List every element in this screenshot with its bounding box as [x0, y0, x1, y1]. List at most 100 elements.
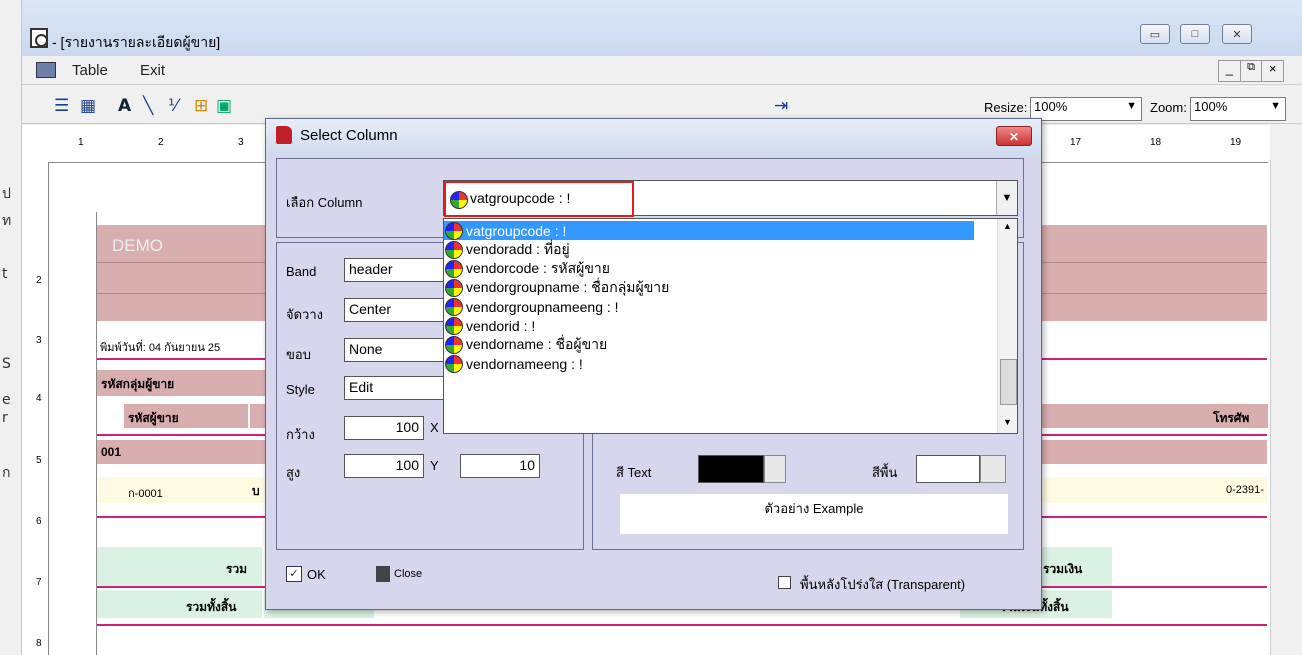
resize-value: 100%: [1034, 99, 1068, 114]
ok-icon[interactable]: ✓: [286, 566, 302, 582]
width-input[interactable]: 100: [344, 416, 424, 440]
mdi-restore-icon[interactable]: ⧉: [1241, 61, 1263, 81]
ruler-label: 2: [36, 275, 42, 286]
resize-label: Resize:: [984, 100, 1028, 115]
exit-tool-icon[interactable]: ⇥: [774, 96, 788, 116]
image-icon[interactable]: ▣: [216, 96, 232, 116]
table-menu-icon: [36, 62, 56, 78]
ruler-label: 1: [78, 137, 84, 148]
bg-color-button[interactable]: [980, 455, 1006, 483]
close-button[interactable]: Close: [394, 568, 422, 580]
column-dropdown-list: vatgroupcode : ! vendoradd : ที่อยู่ ven…: [443, 218, 1018, 434]
row-code: ก-0001: [128, 488, 163, 500]
mdi-minimize-icon[interactable]: _: [1219, 61, 1241, 81]
mdi-close-icon[interactable]: ×: [1262, 61, 1283, 81]
row-phone: 0-2391-: [1226, 484, 1264, 496]
height-input[interactable]: 100: [344, 454, 424, 478]
close-door-icon[interactable]: [376, 566, 390, 582]
maximize-icon[interactable]: □: [1180, 24, 1210, 44]
group-header: รหัสกลุ่มผู้ขาย: [101, 377, 175, 391]
border-select[interactable]: None: [344, 338, 444, 362]
book-icon: [276, 126, 292, 144]
design-scrollbar[interactable]: [1270, 160, 1284, 655]
band-select[interactable]: header: [344, 258, 444, 282]
dropdown-option[interactable]: vendornameeng : !: [444, 354, 974, 373]
ruler-label: 3: [238, 137, 244, 148]
chevron-down-icon: ▼: [1126, 100, 1137, 112]
dialog-title: Select Column: [300, 127, 398, 144]
dialog-close-icon[interactable]: ✕: [996, 126, 1032, 146]
scroll-up-icon[interactable]: ▲: [1003, 221, 1012, 231]
left-strip-char: S: [2, 356, 11, 372]
left-strip: ป ท t S e r ก: [0, 0, 22, 655]
chevron-down-icon: ▼: [1270, 100, 1281, 112]
ok-button[interactable]: OK: [307, 567, 326, 582]
style-label: Style: [286, 382, 315, 397]
zoom-value: 100%: [1194, 99, 1228, 114]
scroll-thumb[interactable]: [1000, 359, 1017, 405]
band-line: [97, 624, 1267, 626]
ruler-vertical: 2 3 4 5 6 7 8: [33, 163, 49, 655]
ruler-label: 19: [1230, 137, 1242, 148]
transparent-checkbox[interactable]: [778, 576, 791, 589]
mdi-controls: _ ⧉ ×: [1218, 60, 1284, 82]
insert-field-icon[interactable]: ⊞: [194, 96, 208, 116]
scroll-down-icon[interactable]: ▼: [1003, 417, 1012, 427]
ruler-label: 5: [36, 455, 42, 466]
text-color-button[interactable]: [764, 455, 786, 483]
align-left-icon[interactable]: ☰: [54, 96, 69, 116]
transparent-label: พื้นหลังโปร่งใส (Transparent): [800, 577, 966, 592]
minimize-icon[interactable]: ▭: [1140, 24, 1170, 44]
dropdown-option[interactable]: vendorid : !: [444, 316, 974, 335]
dropdown-option[interactable]: vatgroupcode : !: [444, 221, 974, 240]
text-tool-icon[interactable]: A: [118, 96, 131, 116]
ruler-label: 18: [1150, 137, 1162, 148]
align-select[interactable]: Center: [344, 298, 444, 322]
group-value: 001: [101, 445, 122, 459]
ruler-label: 6: [36, 516, 42, 527]
col-phone: โทรศัพ: [1213, 411, 1250, 425]
formula-icon[interactable]: ⅟: [168, 96, 178, 116]
column-icon: [445, 240, 463, 259]
column-icon: [445, 278, 463, 297]
dropdown-option[interactable]: vendorgroupname : ชื่อกลุ่มผู้ขาย: [444, 278, 974, 297]
menu-table[interactable]: Table: [72, 62, 108, 79]
style-select[interactable]: Edit: [344, 376, 444, 400]
column-icon: [445, 316, 463, 335]
y-label: Y: [430, 458, 439, 473]
grand-total-box: [97, 590, 262, 618]
menu-bar: [22, 57, 1302, 85]
chevron-down-icon[interactable]: ▼: [996, 181, 1017, 215]
resize-select[interactable]: 100% ▼: [1030, 97, 1142, 121]
column-icon: [450, 191, 468, 209]
menu-exit[interactable]: Exit: [140, 62, 165, 79]
total-money: รวมเงิน: [1043, 562, 1083, 576]
ruler-label: 17: [1070, 137, 1082, 148]
ruler-label: 8: [36, 638, 42, 649]
report-doc-icon: [30, 28, 48, 48]
text-color-swatch[interactable]: [698, 455, 764, 483]
ruler-label: 3: [36, 335, 42, 346]
ruler-label: 7: [36, 577, 42, 588]
select-column-label: เลือก Column: [286, 195, 363, 210]
column-icon: [445, 297, 463, 316]
dropdown-option[interactable]: vendorgroupnameeng : !: [444, 297, 974, 316]
align-label: จัดวาง: [286, 307, 324, 322]
dropdown-option[interactable]: vendorname : ชื่อผู้ขาย: [444, 335, 974, 354]
left-strip-char: ท: [2, 213, 12, 229]
border-label: ขอบ: [286, 347, 311, 362]
dropdown-scrollbar[interactable]: ▲ ▼: [997, 219, 1017, 433]
example-preview: ตัวอย่าง Example: [620, 494, 1008, 534]
print-date: พิมพ์วันที่: 04 กันยายน 25: [100, 342, 221, 354]
left-strip-char: r: [2, 410, 8, 426]
zoom-select[interactable]: 100% ▼: [1190, 97, 1286, 121]
close-icon[interactable]: ✕: [1222, 24, 1252, 44]
column-select[interactable]: vatgroupcode : ! ▼: [443, 180, 1018, 217]
grid-icon[interactable]: ▦: [80, 96, 96, 116]
dropdown-option[interactable]: vendoradd : ที่อยู่: [444, 240, 974, 259]
dropdown-option[interactable]: vendorcode : รหัสผู้ขาย: [444, 259, 974, 278]
y-input[interactable]: 10: [460, 454, 540, 478]
column-select-value: vatgroupcode : !: [470, 190, 571, 206]
line-tool-icon[interactable]: ╲: [143, 96, 153, 116]
bg-color-swatch[interactable]: [916, 455, 980, 483]
